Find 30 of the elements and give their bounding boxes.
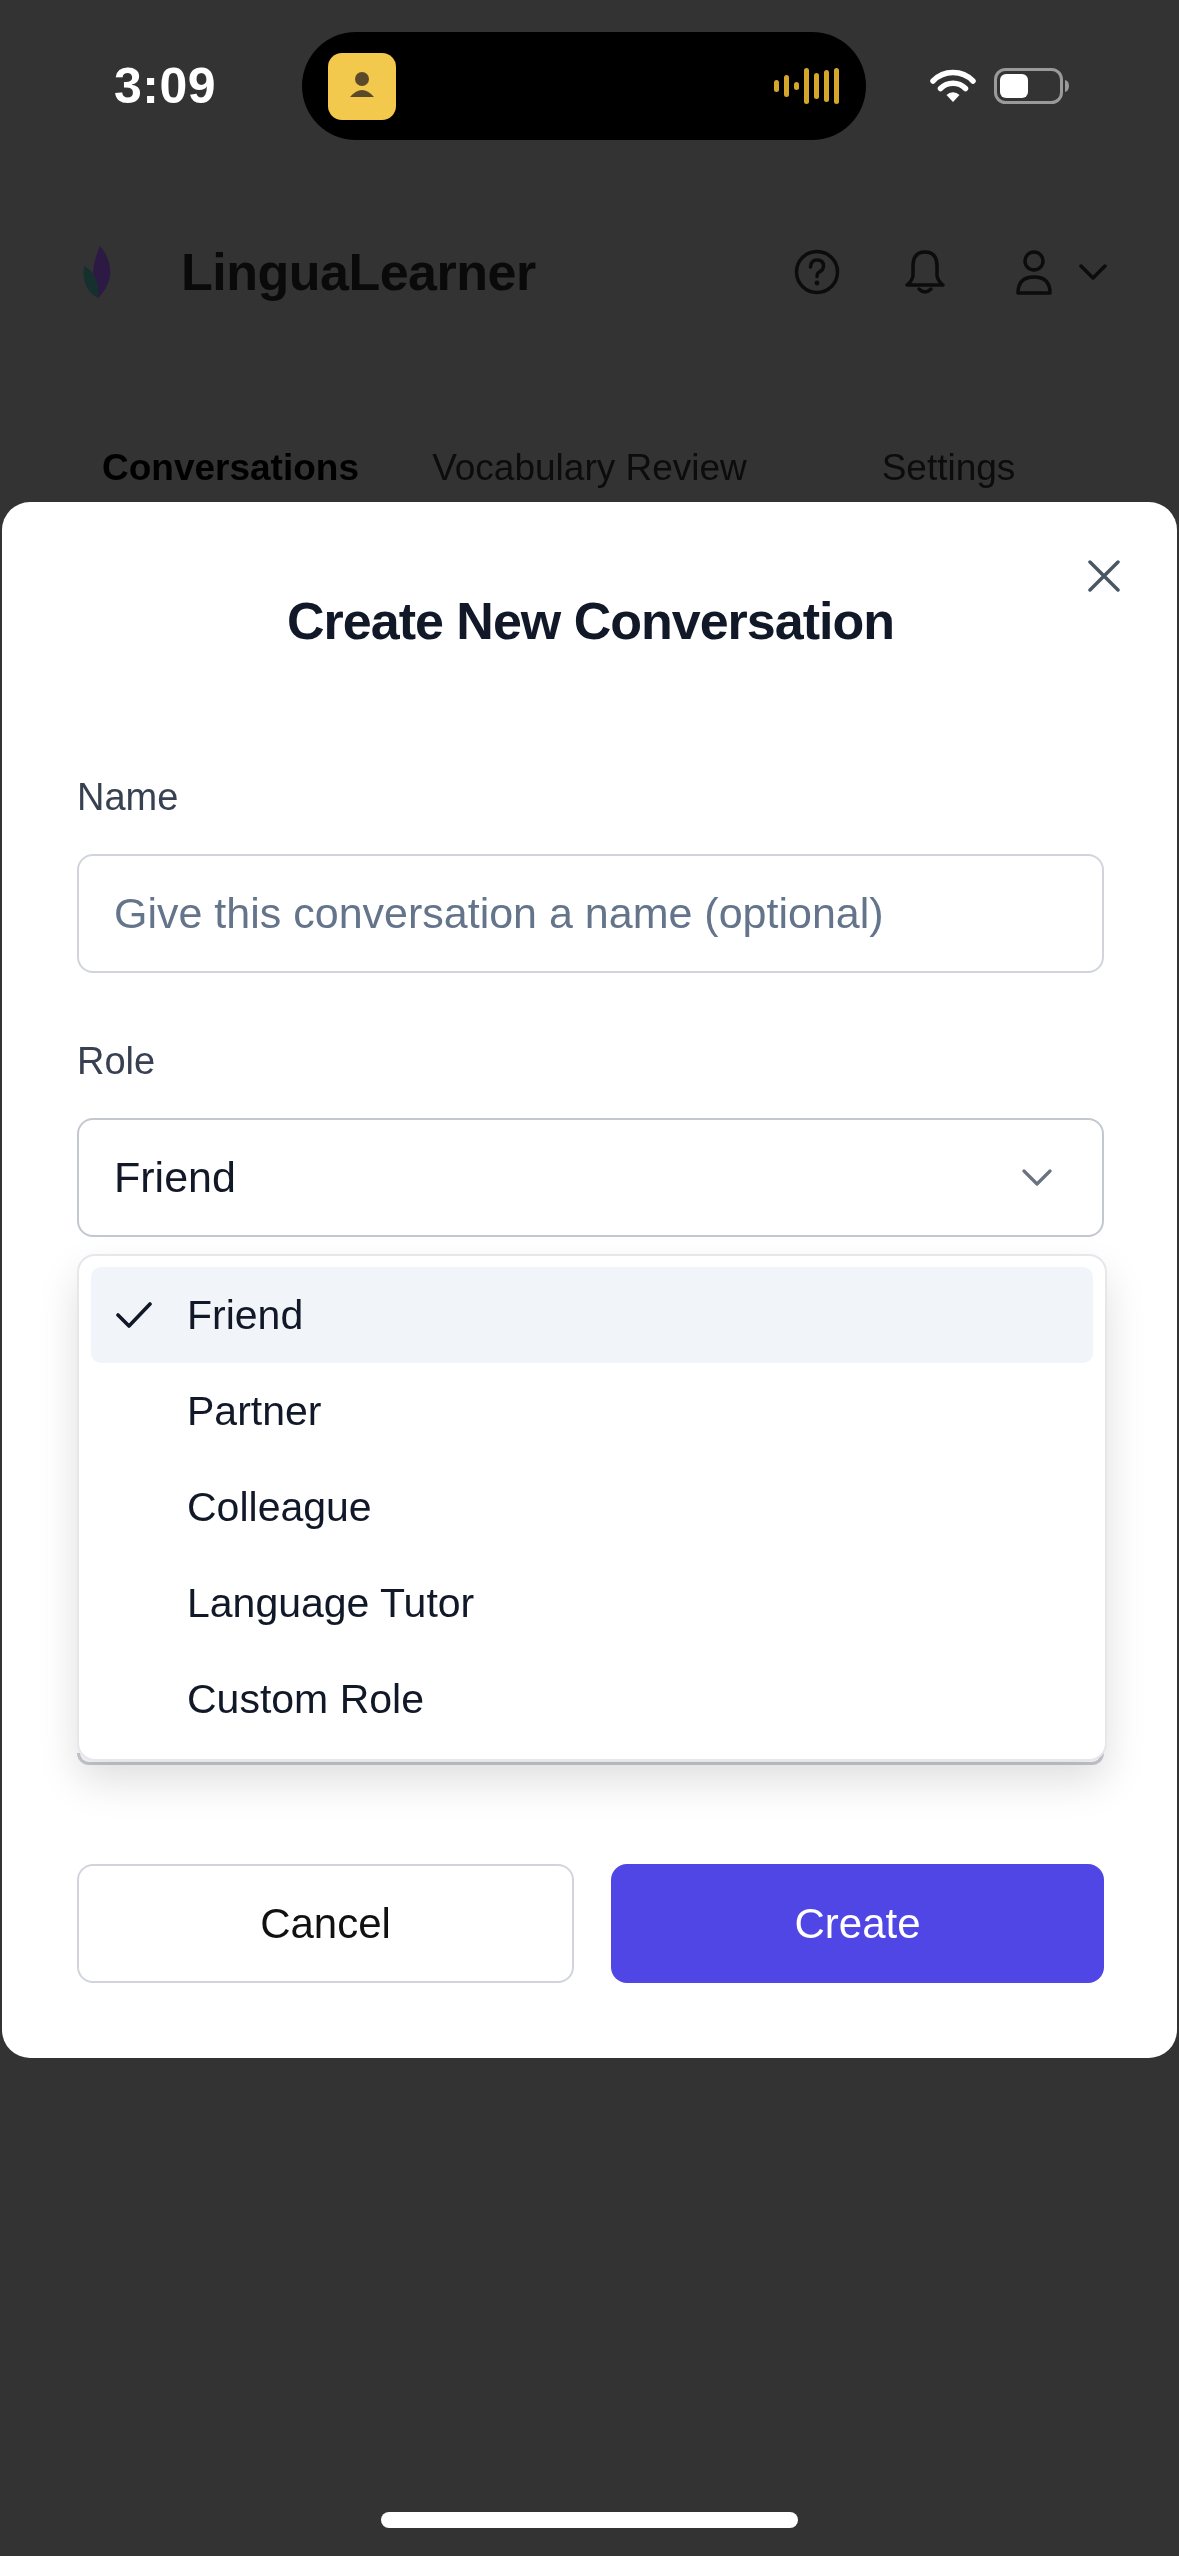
chevron-down-icon — [1022, 1168, 1052, 1187]
dialog-title: Create New Conversation — [286, 591, 895, 652]
status-time: 3:09 — [114, 58, 217, 114]
dropdown-option[interactable]: Colleague — [91, 1459, 1093, 1555]
check-icon — [116, 1301, 152, 1329]
dropdown-option[interactable]: Partner — [91, 1363, 1093, 1459]
close-button[interactable] — [1086, 558, 1122, 594]
name-input[interactable]: Give this conversation a name (optional) — [77, 854, 1104, 973]
dropdown-option[interactable]: Friend — [91, 1267, 1093, 1363]
option-label: Friend — [187, 1291, 304, 1340]
role-select[interactable]: Friend — [77, 1118, 1104, 1237]
bell-icon[interactable] — [904, 249, 946, 295]
option-label: Language Tutor — [187, 1579, 475, 1628]
option-label: Colleague — [187, 1483, 372, 1532]
wifi-icon — [930, 69, 976, 103]
option-label: Custom Role — [187, 1675, 424, 1724]
close-icon — [1088, 560, 1120, 592]
option-label: Partner — [187, 1387, 322, 1436]
field-label: Role — [77, 1039, 156, 1084]
user-icon[interactable] — [1016, 249, 1052, 295]
battery-icon — [994, 68, 1070, 104]
cancel-button[interactable]: Cancel — [77, 1864, 574, 1983]
field-label: Name — [77, 775, 179, 820]
dropdown-option[interactable]: Custom Role — [91, 1651, 1093, 1747]
chevron-down-icon[interactable] — [1079, 264, 1107, 280]
help-icon[interactable] — [794, 249, 840, 295]
create-button[interactable]: Create — [611, 1864, 1104, 1983]
dropdown-option[interactable]: Language Tutor — [91, 1555, 1093, 1651]
app-tile-icon — [328, 52, 396, 120]
waveform-icon — [774, 66, 840, 106]
